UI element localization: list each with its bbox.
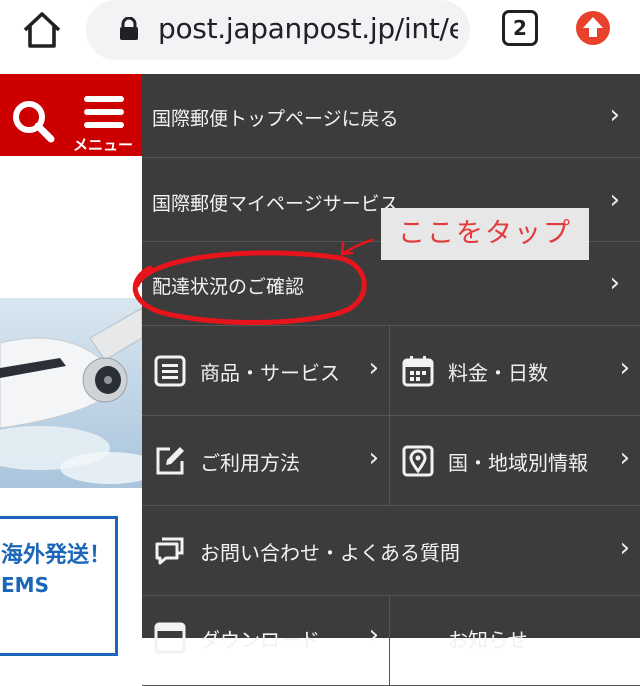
menu-item-label: 商品・サービス: [200, 361, 340, 385]
browser-toolbar: post.japanpost.jp/int/en 2: [0, 0, 640, 74]
update-icon[interactable]: [573, 8, 613, 48]
hamburger-icon: [84, 96, 124, 128]
menu-item-label: お問い合わせ・よくある質問: [200, 541, 460, 565]
menu-item-intl-top[interactable]: 国際郵便トップページに戻る ›: [142, 74, 640, 158]
menu-item-label: ご利用方法: [200, 451, 300, 475]
menu-item-rates[interactable]: 料金・日数 ›: [390, 326, 640, 416]
menu-item-notices[interactable]: お知らせ: [390, 596, 640, 686]
menu-item-country-info[interactable]: 国・地域別情報 ›: [390, 416, 640, 506]
lock-icon: [120, 17, 138, 40]
map-pin-icon: [402, 445, 434, 477]
tap-here-annotation: ここをタップ: [381, 208, 589, 260]
tab-switcher-button[interactable]: 2: [502, 10, 538, 46]
chevron-right-icon: ›: [609, 185, 620, 215]
chevron-right-icon: ›: [368, 620, 379, 650]
ems-promo-banner[interactable]: 海外発送！ EMS: [0, 516, 118, 656]
promo-title: 海外発送！: [1, 543, 112, 568]
list-icon: [154, 355, 186, 387]
menu-button[interactable]: メニュー: [68, 90, 138, 154]
chevron-right-icon: ›: [619, 443, 630, 473]
chevron-right-icon: ›: [368, 443, 379, 473]
promo-subtitle: EMS: [1, 573, 49, 597]
menu-item-download[interactable]: ダウンロード ›: [142, 596, 390, 686]
calendar-icon: [402, 356, 434, 387]
menu-item-label: ダウンロード: [200, 628, 320, 652]
navigation-menu: 国際郵便トップページに戻る › 国際郵便マイページサービス › 配達状況のご確認…: [142, 74, 640, 686]
edit-icon: [156, 447, 184, 475]
menu-item-label: 国際郵便マイページサービス: [152, 193, 399, 215]
chevron-right-icon: ›: [619, 533, 630, 563]
menu-item-label: お知らせ: [448, 628, 528, 652]
menu-item-products[interactable]: 商品・サービス ›: [142, 326, 390, 416]
menu-item-faq[interactable]: お問い合わせ・よくある質問 ›: [142, 506, 640, 596]
address-bar[interactable]: post.japanpost.jp/int/en: [86, 0, 470, 60]
menu-item-how-to-use[interactable]: ご利用方法 ›: [142, 416, 390, 506]
home-icon[interactable]: [20, 8, 64, 52]
site-header: メニュー: [0, 74, 142, 156]
chat-icon: [155, 537, 184, 565]
airplane-image: [0, 298, 142, 488]
url-text: post.japanpost.jp/int/en: [158, 12, 458, 45]
menu-label: メニュー: [72, 136, 133, 154]
chevron-right-icon: ›: [619, 353, 630, 383]
chevron-right-icon: ›: [368, 353, 379, 383]
download-icon: [154, 622, 186, 654]
chevron-right-icon: ›: [609, 100, 620, 130]
menu-item-label: 国際郵便トップページに戻る: [152, 108, 399, 130]
menu-item-label: 国・地域別情報: [448, 451, 588, 475]
menu-item-label: 配達状況のご確認: [152, 276, 305, 298]
chevron-right-icon: ›: [609, 268, 620, 298]
search-icon[interactable]: [10, 98, 56, 144]
menu-item-label: 料金・日数: [448, 361, 548, 385]
